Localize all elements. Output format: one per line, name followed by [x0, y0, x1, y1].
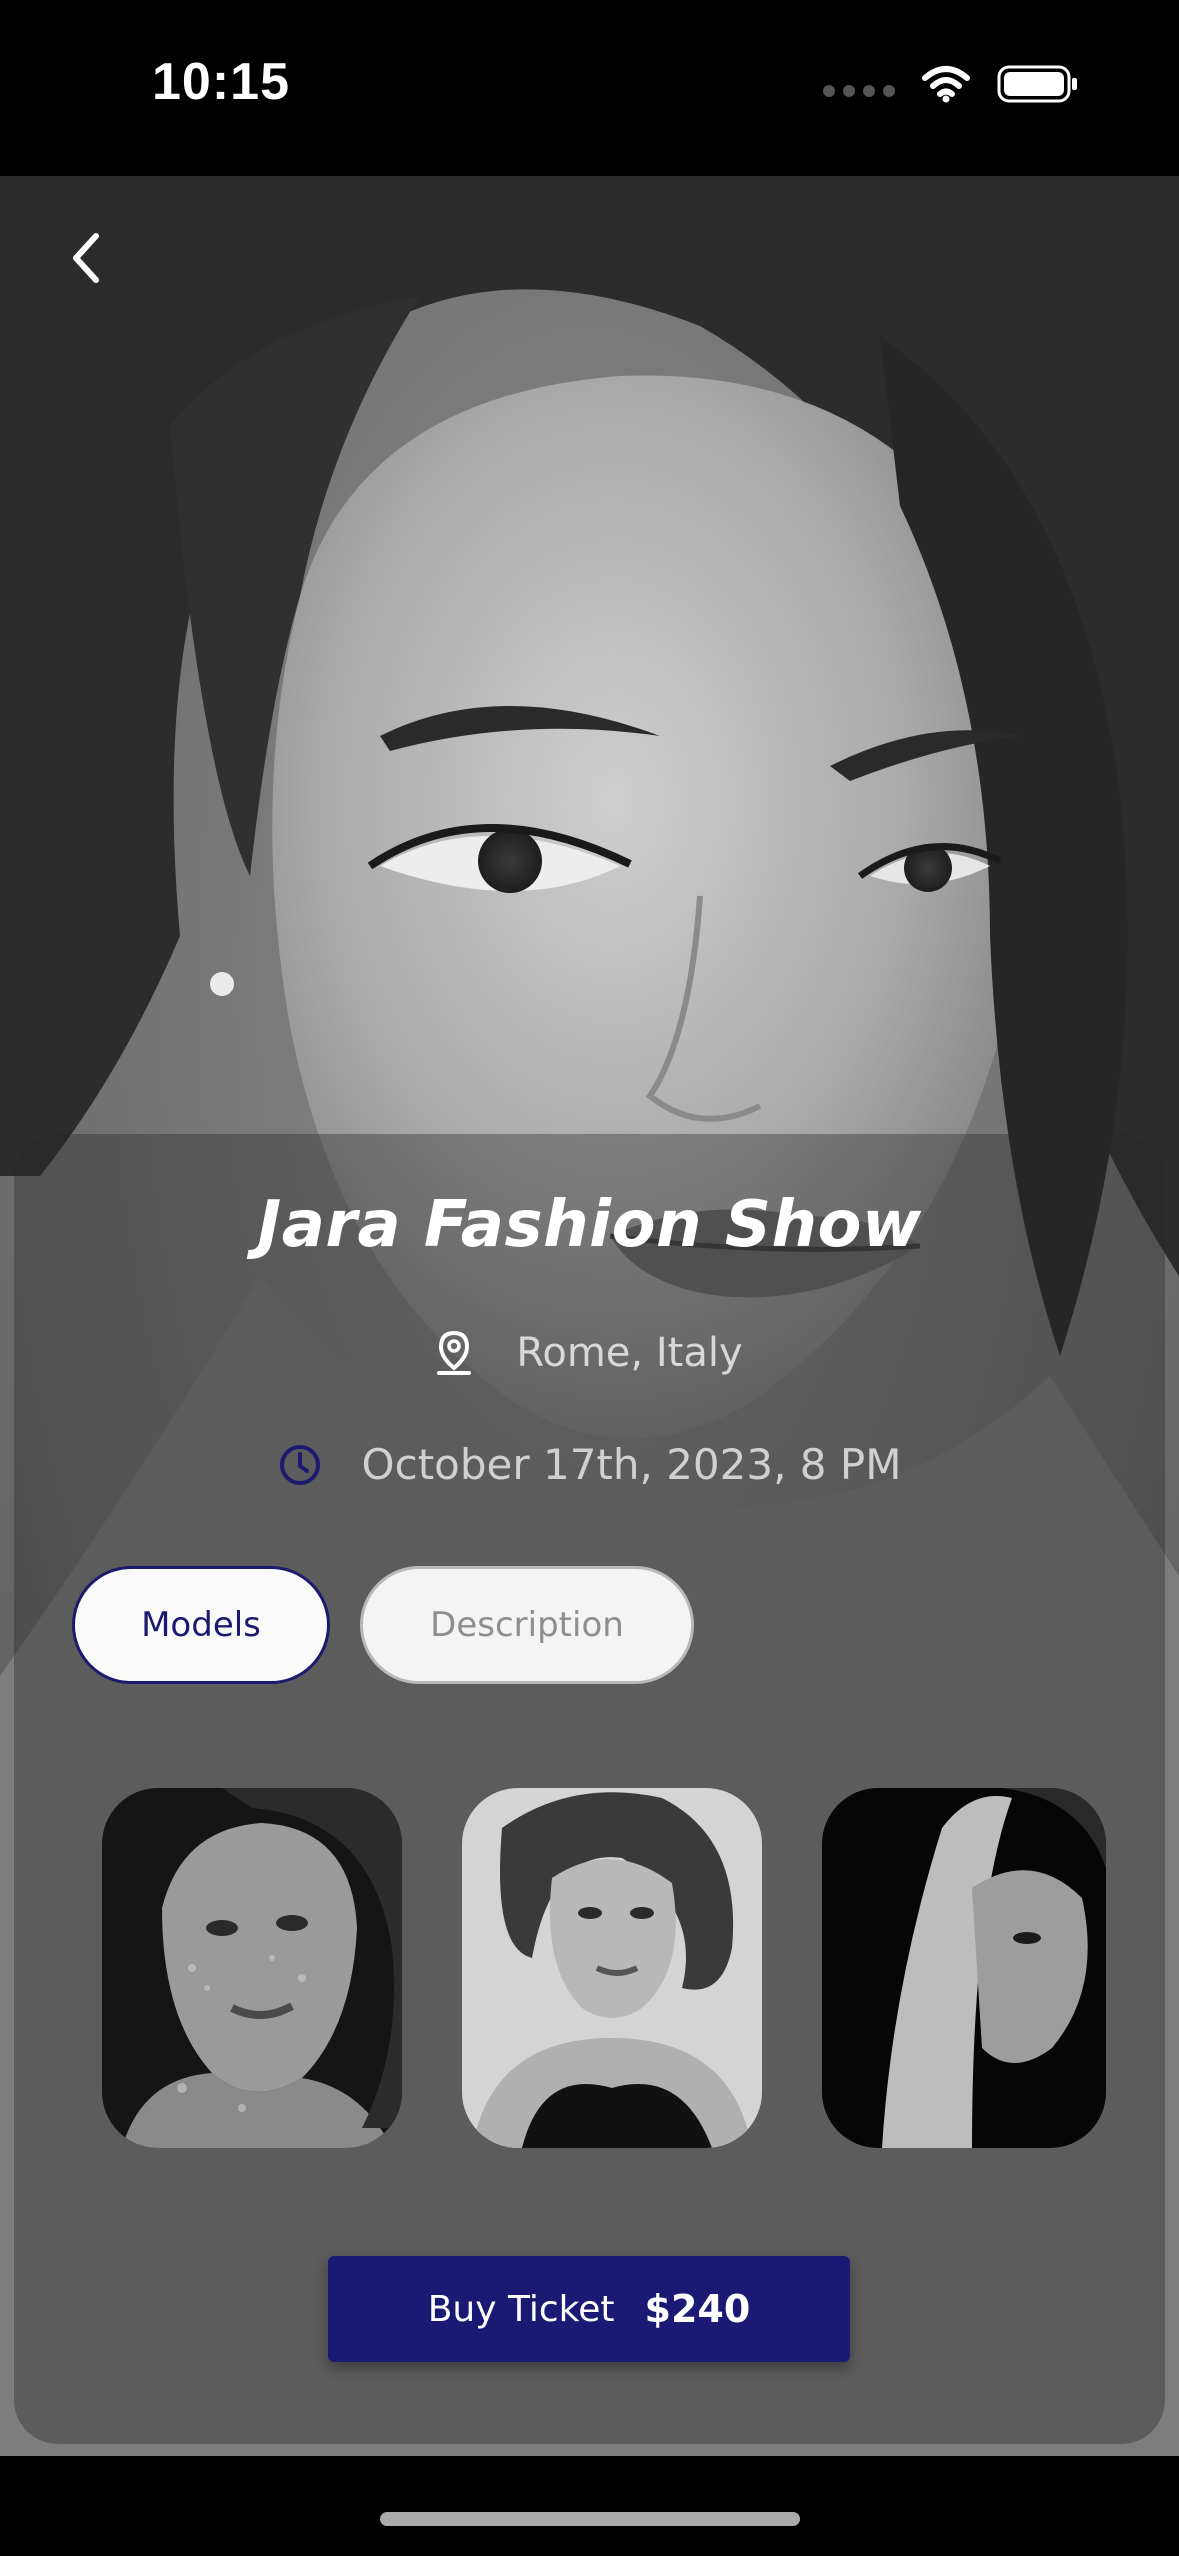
cellular-signal-icon: [823, 85, 895, 97]
home-indicator[interactable]: [380, 2512, 800, 2526]
tab-description[interactable]: Description: [360, 1566, 694, 1684]
clock-icon: [279, 1444, 320, 1485]
buy-ticket-label: Buy Ticket: [427, 2288, 615, 2330]
event-title: Jara Fashion Show: [257, 1188, 922, 1262]
status-time: 10:15: [152, 53, 290, 111]
model-photo-2: [462, 1788, 762, 2148]
battery-icon: [997, 65, 1077, 103]
tab-models-label: Models: [141, 1605, 261, 1645]
buy-ticket-button[interactable]: Buy Ticket $240: [328, 2256, 850, 2362]
tab-models[interactable]: Models: [72, 1566, 330, 1684]
model-card-2[interactable]: [462, 1788, 762, 2148]
model-card-1[interactable]: [102, 1788, 402, 2148]
location-pin-icon: [437, 1330, 472, 1375]
date-row: October 17th, 2023, 8 PM: [0, 1440, 1179, 1489]
tab-description-label: Description: [430, 1605, 624, 1645]
model-card-3[interactable]: [822, 1788, 1106, 2148]
model-photo-3: [822, 1788, 1106, 2148]
status-icons: [823, 64, 1079, 104]
bottom-safe-area: [0, 2456, 1179, 2556]
location-row: Rome, Italy: [0, 1330, 1179, 1376]
event-datetime: October 17th, 2023, 8 PM: [361, 1440, 902, 1489]
back-button[interactable]: [56, 228, 116, 288]
chevron-left-icon: [73, 233, 99, 283]
model-photo-1: [102, 1788, 402, 2148]
wifi-icon: [922, 66, 970, 103]
status-bar: 10:15: [0, 0, 1179, 176]
ticket-price: $240: [644, 2287, 751, 2331]
event-location: Rome, Italy: [516, 1330, 743, 1376]
